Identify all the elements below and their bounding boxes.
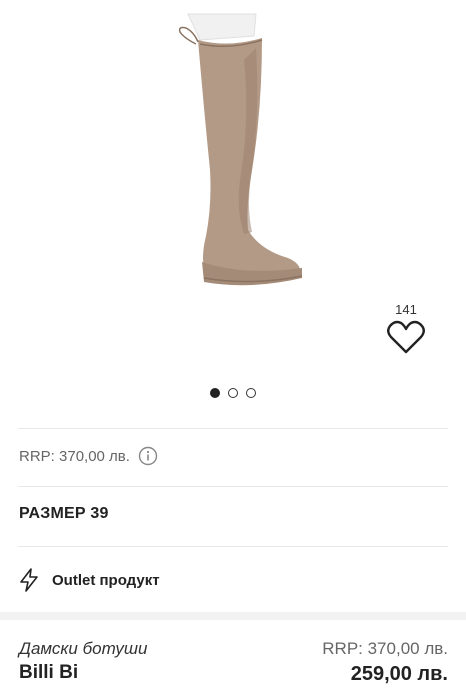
product-brand[interactable]: Billi Bi bbox=[19, 660, 147, 686]
divider bbox=[18, 428, 448, 429]
rrp-text: RRP: 370,00 лв. bbox=[19, 447, 130, 465]
favorites-count: 141 bbox=[395, 302, 417, 317]
lightning-bolt-icon bbox=[18, 568, 40, 592]
current-price: 259,00 лв. bbox=[350, 663, 448, 685]
heart-outline-icon bbox=[384, 320, 428, 354]
gallery-dot-2[interactable] bbox=[228, 388, 238, 398]
favorite-button[interactable]: 141 bbox=[384, 302, 428, 354]
product-page: 141 RRP: 370,00 лв. РАЗМЕР 39 Outlet про… bbox=[0, 0, 466, 699]
divider bbox=[18, 486, 448, 487]
product-info: Дамски ботуши Billi Bi bbox=[19, 638, 147, 686]
gallery-dot-1[interactable] bbox=[210, 388, 220, 398]
outlet-badge: Outlet продукт bbox=[18, 568, 160, 592]
size-selector[interactable]: РАЗМЕР 39 bbox=[19, 505, 109, 523]
rrp-row: RRP: 370,00 лв. bbox=[19, 446, 158, 466]
divider bbox=[18, 546, 448, 547]
price-block: RRP: 370,00 лв. 259,00 лв. bbox=[322, 638, 448, 688]
gallery-dot-3[interactable] bbox=[246, 388, 256, 398]
rrp-price: RRP: 370,00 лв. bbox=[322, 639, 448, 658]
product-category: Дамски ботуши bbox=[19, 639, 148, 658]
outlet-label: Outlet продукт bbox=[52, 571, 160, 589]
bottom-price-bar: Дамски ботуши Billi Bi RRP: 370,00 лв. 2… bbox=[0, 612, 466, 699]
gallery-pagination bbox=[0, 388, 466, 398]
info-circle-icon[interactable] bbox=[138, 446, 158, 466]
product-image[interactable] bbox=[0, 0, 466, 300]
